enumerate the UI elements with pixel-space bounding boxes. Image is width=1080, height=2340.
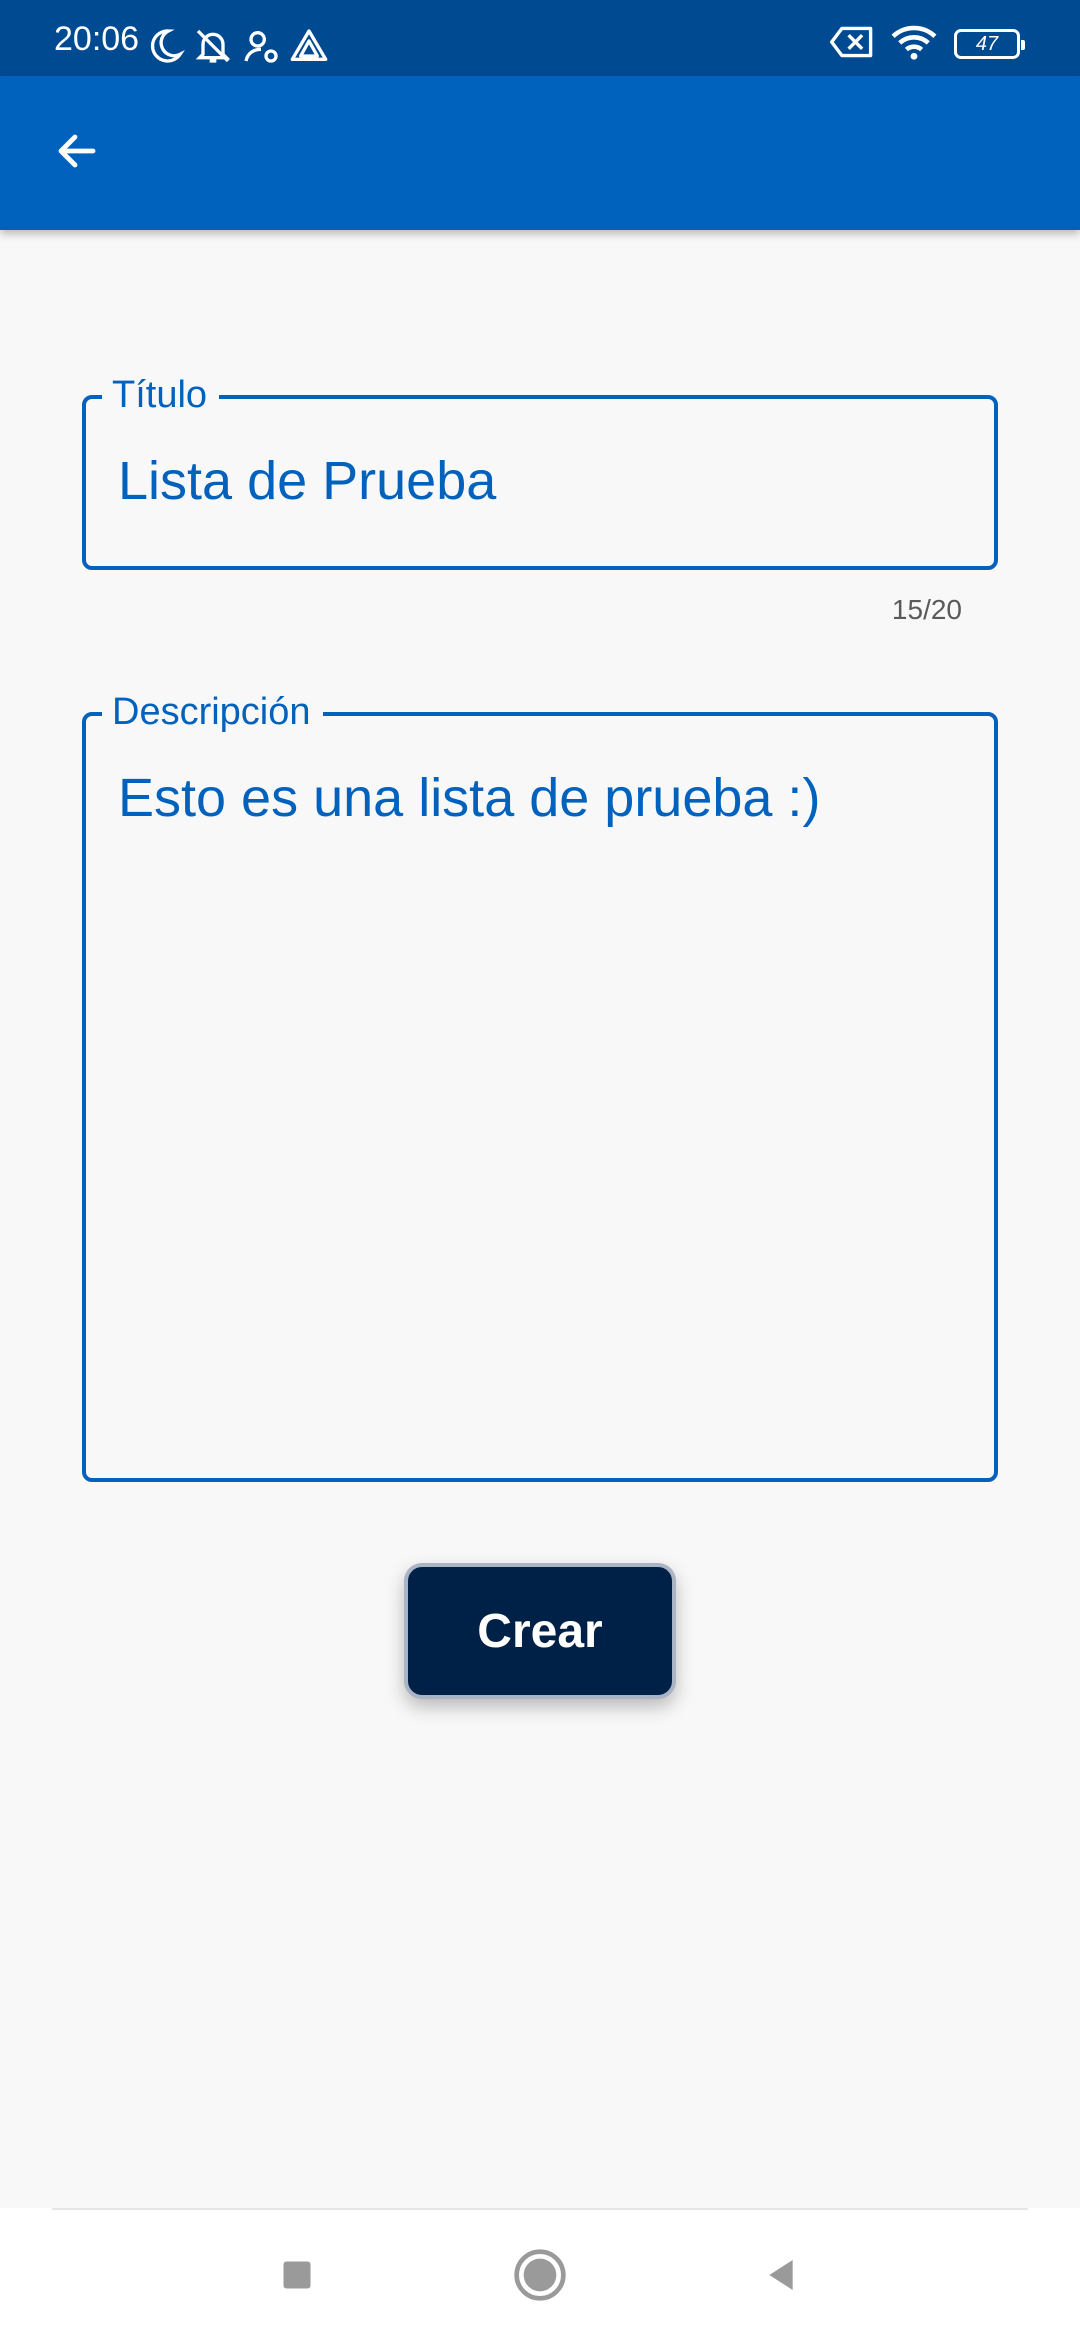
nav-divider xyxy=(52,2208,1028,2210)
moon-icon xyxy=(145,26,185,71)
recents-square-icon xyxy=(279,2257,315,2298)
status-icons-left xyxy=(145,28,329,68)
recents-button[interactable] xyxy=(262,2242,332,2312)
home-circle-icon xyxy=(512,2247,568,2308)
back-button[interactable] xyxy=(40,116,114,190)
app-bar xyxy=(0,76,1080,230)
navigation-bar xyxy=(0,2208,1080,2340)
title-char-counter: 15/20 xyxy=(891,594,962,625)
title-field-label: Título xyxy=(102,373,220,417)
status-time: 20:06 xyxy=(54,20,140,58)
back-triangle-icon xyxy=(761,2255,801,2300)
status-icons-right: 47 xyxy=(830,23,1025,66)
status-bar: 20:06 47 xyxy=(0,0,1080,76)
arrow-back-icon xyxy=(53,127,101,180)
battery-icon: 47 xyxy=(954,29,1025,59)
drive-icon xyxy=(289,26,329,71)
description-field[interactable]: Descripción Esto es una lista de prueba … xyxy=(82,690,998,1482)
description-field-value[interactable]: Esto es una lista de prueba :) xyxy=(118,768,820,828)
description-field-label: Descripción xyxy=(102,690,323,734)
sim-error-icon xyxy=(830,24,874,65)
home-button[interactable] xyxy=(505,2242,575,2312)
system-back-button[interactable] xyxy=(746,2242,816,2312)
person-icon xyxy=(241,26,281,71)
battery-level: 47 xyxy=(975,33,999,55)
title-field-value[interactable]: Lista de Prueba xyxy=(118,451,496,511)
bell-off-icon xyxy=(193,26,233,71)
wifi-icon xyxy=(890,23,938,66)
title-field[interactable]: Título Lista de Prueba xyxy=(82,373,998,570)
create-button[interactable]: Crear xyxy=(404,1563,676,1699)
